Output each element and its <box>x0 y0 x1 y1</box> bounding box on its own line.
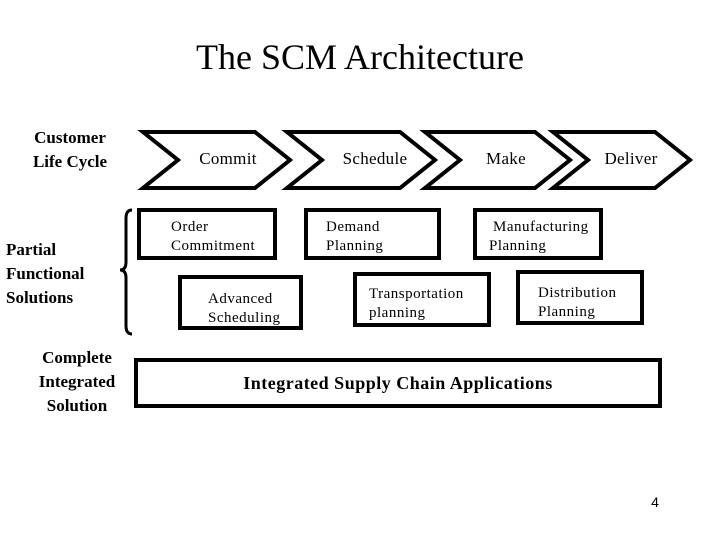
box-demand-planning: Demand Planning <box>304 208 441 260</box>
curly-brace-icon <box>119 208 133 336</box>
box-text: Order <box>171 219 209 235</box>
stage-label-deliver: Deliver <box>604 149 658 168</box>
box-text: Scheduling <box>208 310 281 326</box>
box-distribution-planning: Distribution Planning <box>516 270 644 325</box>
box-order-commitment: Order Commitment <box>137 208 277 260</box>
box-text: Distribution <box>538 285 617 301</box>
box-text: planning <box>369 305 426 321</box>
page-number: 4 <box>651 494 659 510</box>
box-text: Planning <box>489 238 547 254</box>
box-integrated-supply-chain-applications: Integrated Supply Chain Applications <box>134 358 662 408</box>
stage-label-commit: Commit <box>199 149 257 168</box>
box-text: Transportation <box>369 286 464 302</box>
box-text: Commitment <box>171 238 256 254</box>
box-advanced-scheduling: Advanced Scheduling <box>178 275 303 330</box>
box-text: Manufacturing <box>493 219 589 235</box>
stage-label-make: Make <box>486 149 526 168</box>
box-transportation-planning: Transportation planning <box>353 272 491 327</box>
box-text: Advanced <box>208 291 273 307</box>
box-text: Demand <box>326 219 380 235</box>
stage-label-schedule: Schedule <box>342 149 408 168</box>
box-manufacturing-planning: Manufacturing Planning <box>473 208 603 260</box>
box-text: Planning <box>326 238 384 254</box>
box-text: Planning <box>538 304 596 320</box>
